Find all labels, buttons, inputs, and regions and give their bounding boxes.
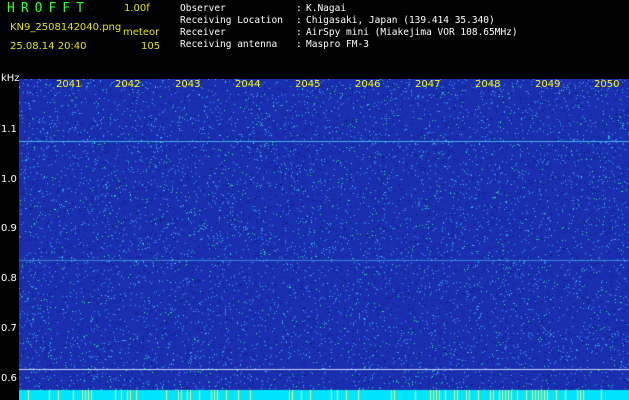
receiver-sep: : xyxy=(296,27,302,38)
y-tick: 0.7 xyxy=(1,323,17,334)
x-tick: 2042 xyxy=(115,79,141,90)
location-sep: : xyxy=(296,15,302,26)
x-tick: 2049 xyxy=(535,79,561,90)
receiver-value: AirSpy mini (Miakejima VOR 108.65MHz) xyxy=(306,27,518,38)
meteor-label: meteor xyxy=(123,27,160,38)
antenna-key: Receiving antenna xyxy=(180,39,278,50)
spectrogram xyxy=(19,79,629,400)
y-tick: 1.0 xyxy=(1,174,17,185)
antenna-sep: : xyxy=(296,39,302,50)
y-tick: 0.6 xyxy=(1,373,17,384)
receiver-key: Receiver xyxy=(180,27,226,38)
x-tick: 2043 xyxy=(175,79,201,90)
filename-label: KN9_2508142040.png xyxy=(10,22,122,33)
observer-sep: : xyxy=(296,3,302,14)
y-tick: 0.8 xyxy=(1,273,17,284)
app-title: HROFFT xyxy=(7,1,90,16)
location-key: Receiving Location xyxy=(180,15,283,26)
x-tick: 2048 xyxy=(475,79,501,90)
observer-key: Observer xyxy=(180,3,226,14)
x-tick: 2041 xyxy=(56,79,82,90)
antenna-value: Maspro FM-3 xyxy=(306,39,369,50)
x-tick: 2045 xyxy=(295,79,321,90)
x-tick: 2050 xyxy=(594,79,620,90)
meteor-count: 105 xyxy=(141,41,161,52)
version-label: 1.00f xyxy=(124,3,150,14)
datetime-label: 25.08.14 20:40 xyxy=(10,41,87,52)
x-tick: 2047 xyxy=(415,79,441,90)
x-tick: 2046 xyxy=(355,79,381,90)
observer-value: K.Nagai xyxy=(306,3,347,14)
y-unit-label: kHz xyxy=(1,73,20,84)
y-tick: 1.1 xyxy=(1,124,17,135)
y-tick: 0.9 xyxy=(1,223,17,234)
x-tick: 2044 xyxy=(235,79,261,90)
location-value: Chigasaki, Japan (139.414 35.340) xyxy=(306,15,495,26)
